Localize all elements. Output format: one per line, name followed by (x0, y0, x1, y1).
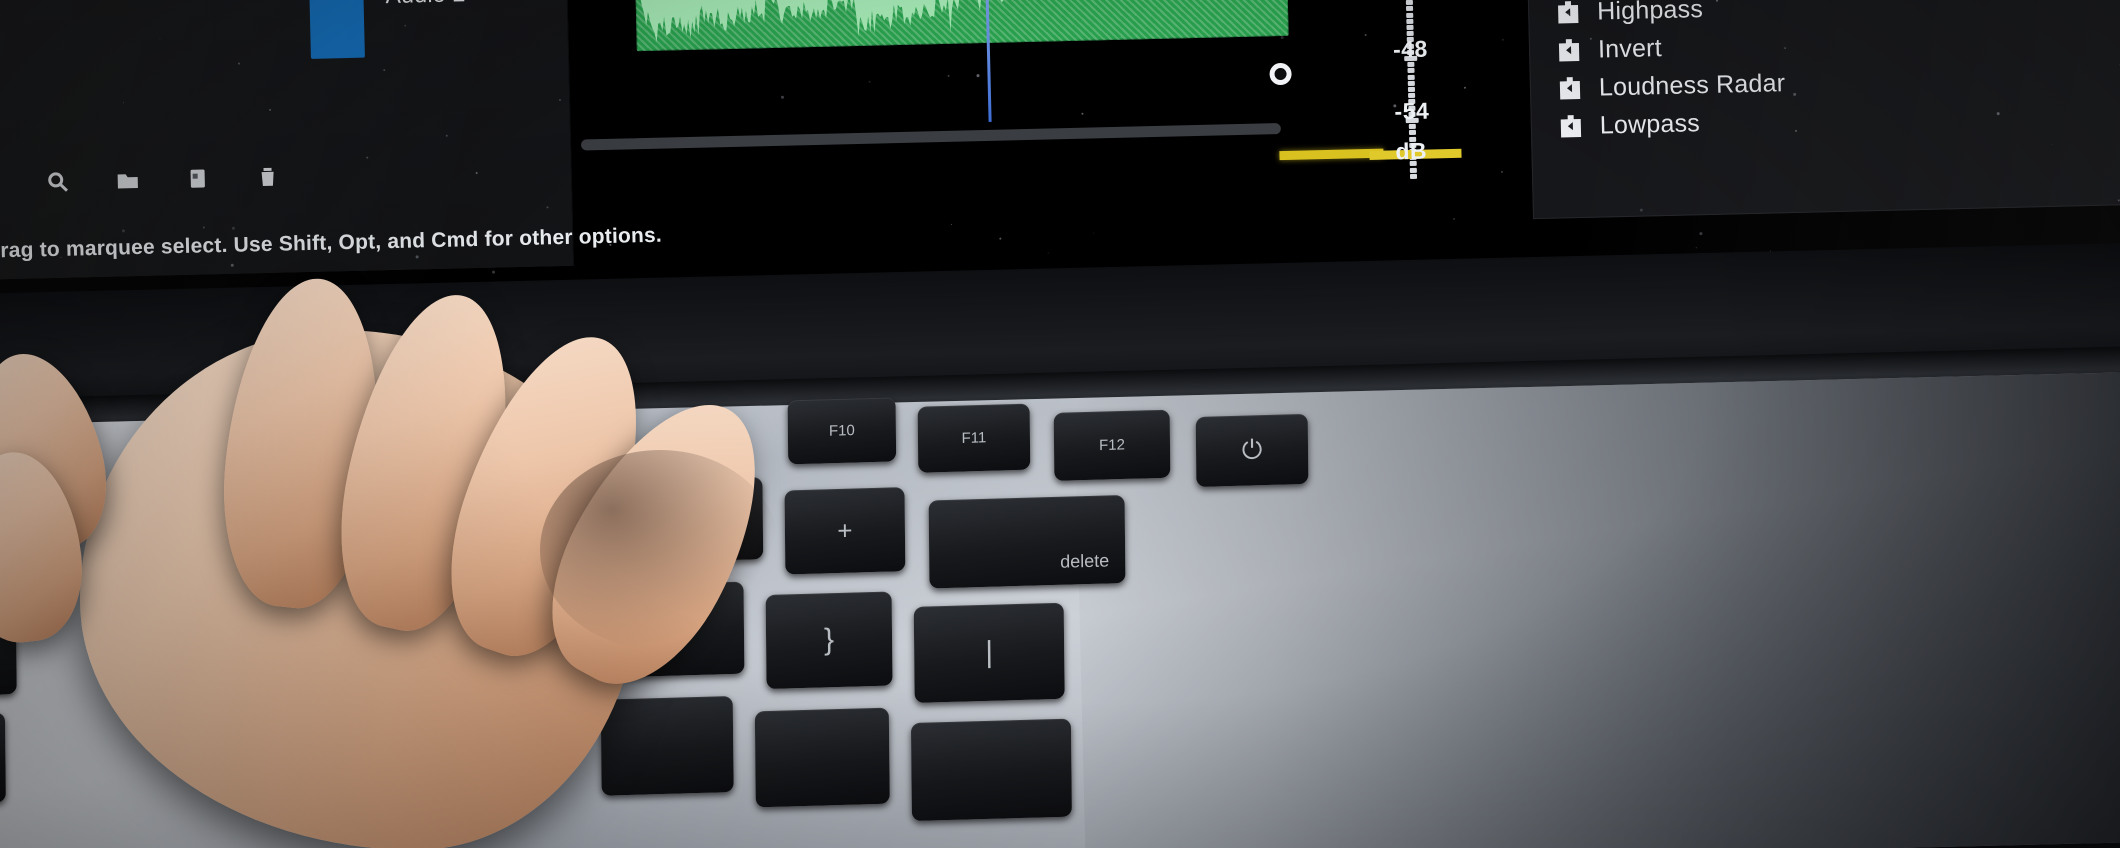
screen-dust (475, 171, 478, 174)
target-track-a2[interactable]: A2 (308, 0, 365, 59)
meter-tick (1407, 80, 1415, 86)
screen-dust (491, 270, 495, 274)
screen-dust (1093, 232, 1095, 234)
screen-dust (1120, 36, 1122, 38)
effect-name: Highpass (1596, 0, 1704, 26)
audio-effect-icon (1557, 76, 1584, 101)
screen-dust (1364, 33, 1367, 36)
meter-tick (1406, 6, 1414, 12)
key-f[interactable]: F (0, 609, 17, 697)
audio-effect-icon (1556, 38, 1583, 63)
key-power[interactable]: ⏻ (1195, 413, 1309, 487)
audio-level-meter-left (1279, 148, 1384, 161)
key-plus[interactable]: + (784, 487, 906, 575)
screen-dust (1715, 0, 1718, 2)
screen-dust (238, 62, 241, 65)
meter-tick (1406, 18, 1414, 24)
effect-name: Lowpass (1599, 108, 1701, 140)
meter-tick (1407, 68, 1415, 74)
timeline-track-headers: A1 A1 A2 🔓 🔓 M S (222, 0, 589, 152)
key-bracket-left[interactable]: { (619, 581, 745, 678)
meter-tick-label: -48 (1392, 35, 1429, 63)
key-semicolon[interactable] (600, 696, 734, 796)
key-delete[interactable]: delete (928, 494, 1126, 589)
audio-meter-panel[interactable]: -24-30-36-42-48-54 dB (1279, 0, 1502, 203)
screen-dust (1463, 86, 1466, 89)
effect-name: Invert (1597, 33, 1663, 64)
screen-dust (230, 263, 234, 267)
screenshot-root: T (0, 0, 2120, 848)
screen-dust (1452, 217, 1455, 220)
key-f11-volume-down[interactable]: F11 (917, 403, 1031, 473)
effect-name: Loudness Radar (1598, 68, 1786, 102)
key-f12-volume-up[interactable]: F12 (1053, 409, 1171, 481)
key-bracket-right[interactable]: } (765, 591, 893, 690)
search-icon[interactable] (45, 170, 70, 195)
new-item-icon[interactable] (185, 166, 210, 191)
screen-dust (1567, 92, 1570, 96)
effects-panel[interactable]: FlangerGraphic Equalizer (10 Bands)Graph… (1523, 0, 2120, 220)
meter-tick (1406, 24, 1414, 31)
meter-tick (1408, 130, 1417, 136)
meter-tick (1407, 74, 1415, 80)
keyframe-dot-3[interactable] (1269, 62, 1292, 86)
screen-dust (415, 254, 419, 259)
keyboard[interactable]: F3 F10 F11 F12 ⏻ $ — + delete F (0, 387, 2120, 848)
screen-dust (445, 134, 448, 137)
screen-dust (1500, 170, 1503, 173)
screen-dust (976, 73, 980, 77)
key-quote[interactable] (754, 707, 890, 808)
audio-meter-unit: dB (1395, 137, 1428, 165)
key-minus[interactable]: — (644, 477, 764, 563)
screen-dust (1699, 232, 1703, 236)
meter-tick (1409, 167, 1417, 173)
key-f3[interactable]: F3 (0, 438, 65, 503)
key-4[interactable]: $ (0, 512, 54, 592)
screen-dust (60, 256, 62, 258)
new-bin-icon[interactable] (115, 168, 140, 193)
screen-dust (1695, 247, 1697, 249)
key-f10-mute[interactable]: F10 (787, 397, 897, 465)
screen-dust (121, 229, 125, 233)
trash-icon[interactable] (255, 165, 280, 190)
meter-tick (1406, 12, 1414, 18)
audio-effect-icon (1558, 114, 1585, 139)
screen-dust (1047, 252, 1049, 254)
key-backslash[interactable]: | (913, 602, 1065, 703)
screen-dust (1280, 35, 1284, 39)
meter-tick (1407, 86, 1416, 93)
meter-tick (1409, 173, 1418, 179)
screen-dust (609, 243, 612, 246)
screen-dust (868, 80, 871, 83)
screen-dust (1639, 208, 1643, 212)
key-return[interactable] (910, 718, 1072, 822)
meter-tick-label: -54 (1394, 97, 1430, 125)
audio-clip[interactable]: fx (632, 0, 1289, 52)
screen-dust (1996, 111, 2000, 116)
key-l[interactable]: L (0, 712, 6, 806)
screen-dust (546, 205, 549, 208)
